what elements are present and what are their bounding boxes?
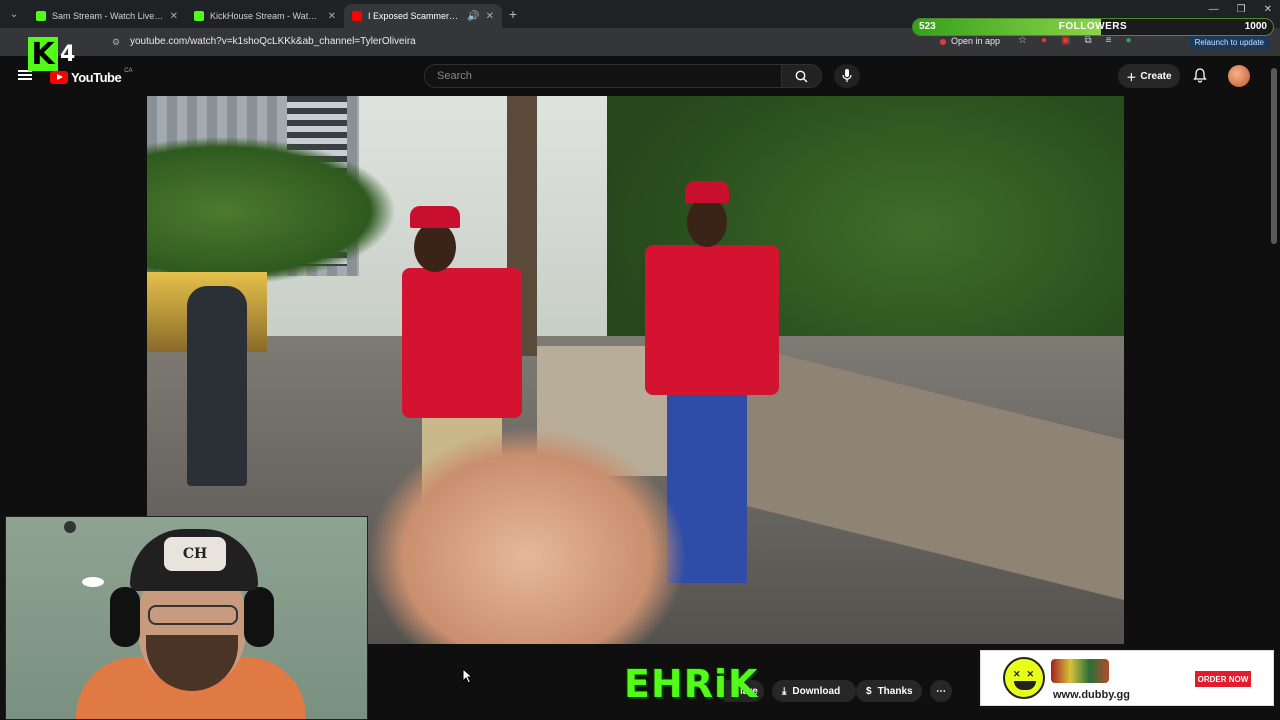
logo-letter: K [28, 37, 58, 72]
youtube-header: YouTube CA Search ＋ Create [0, 56, 1280, 96]
tab-title: Sam Stream - Watch Live on Kick [52, 11, 164, 21]
speaker-icon[interactable]: 🔊 [467, 11, 479, 22]
bookmark-star-icon[interactable]: ☆ [1018, 35, 1027, 46]
youtube-favicon-icon [352, 11, 362, 21]
kick-favicon-icon [36, 11, 46, 21]
browser-tab-2[interactable]: KickHouse Stream - Watch Live ✕ [186, 4, 344, 28]
video-hands [367, 426, 687, 644]
screen: ⌄ Sam Stream - Watch Live on Kick ✕ Kick… [0, 0, 1280, 720]
ad-site: www.dubby.gg [1053, 689, 1130, 701]
streamer-name-overlay: EHRiK [624, 662, 759, 706]
video-actions-bar: Share ⤓ Download $ Thanks ⋯ EHRiK [368, 648, 980, 720]
browser-tab-3[interactable]: I Exposed Scammers in NYC 🔊 ✕ [344, 4, 502, 28]
download-icon: ⤓ [782, 685, 787, 697]
url-field[interactable]: youtube.com/watch?v=k1shoQcLKKk&ab_chann… [130, 36, 416, 47]
followers-label: FOLLOWERS [1058, 21, 1128, 32]
tab-close-icon[interactable]: ✕ [170, 11, 178, 22]
streamer-glasses [148, 605, 238, 625]
video-trees-left [147, 136, 397, 286]
video-pedestrian [187, 286, 247, 486]
mouse-cursor-icon [462, 668, 474, 684]
close-window-icon[interactable]: ✕ [1264, 4, 1272, 15]
search-icon [795, 70, 808, 82]
order-now-button[interactable]: ORDER NOW [1195, 671, 1251, 687]
tab-search-icon[interactable]: ⌄ [0, 0, 28, 28]
new-tab-button[interactable]: + [502, 6, 524, 22]
tab-close-icon[interactable]: ✕ [486, 11, 494, 22]
restore-icon[interactable]: ❐ [1237, 4, 1246, 15]
create-button[interactable]: ＋ Create [1118, 64, 1180, 88]
page-scrollbar[interactable] [1270, 62, 1278, 712]
open-in-app-button[interactable]: Open in app [940, 36, 1000, 46]
ceiling-sprinkler [64, 521, 76, 533]
download-label: Download [792, 685, 841, 697]
plus-icon: ＋ [1126, 72, 1137, 84]
dubby-ad-banner[interactable]: ✕✕ www.dubby.gg ORDER NOW [980, 650, 1274, 706]
youtube-play-icon [50, 71, 68, 84]
thanks-icon: $ [866, 685, 872, 697]
create-label: Create [1140, 70, 1172, 82]
logo-number: 4 [60, 41, 76, 67]
media-control-icon[interactable]: ≡ [1106, 35, 1112, 46]
extensions-puzzle-icon[interactable]: ⧉ [1084, 35, 1091, 46]
bell-icon [1193, 68, 1207, 83]
relaunch-to-update-button[interactable]: Relaunch to update [1188, 34, 1270, 50]
kick-k4-logo: K 4 [28, 36, 82, 72]
ceiling-light [82, 577, 104, 587]
youtube-logo[interactable]: YouTube CA [50, 67, 133, 85]
account-avatar[interactable] [1228, 65, 1250, 87]
voice-search-button[interactable] [834, 64, 860, 88]
tab-close-icon[interactable]: ✕ [328, 11, 336, 22]
dubby-smiley-logo: ✕✕ [1003, 657, 1045, 699]
browser-tab-1[interactable]: Sam Stream - Watch Live on Kick ✕ [28, 4, 186, 28]
minimize-icon[interactable]: — [1209, 4, 1219, 15]
profile-icon[interactable]: ● [1125, 35, 1131, 46]
region-code: CA [124, 67, 133, 74]
extension-red-icon[interactable]: ● [1041, 35, 1047, 46]
microphone-icon [842, 69, 852, 82]
extension-badge-icon[interactable]: ▣ [1061, 35, 1070, 46]
tab-title: KickHouse Stream - Watch Live [210, 11, 322, 21]
kick-favicon-icon [194, 11, 204, 21]
search-button[interactable] [782, 64, 822, 88]
youtube-wordmark: YouTube [71, 70, 122, 85]
scrollbar-thumb[interactable] [1271, 68, 1277, 244]
more-actions-button[interactable]: ⋯ [930, 680, 952, 702]
extension-icons: ☆ ● ▣ ⧉ ≡ ● [1018, 35, 1132, 46]
headset-right [244, 587, 274, 647]
tab-title: I Exposed Scammers in NYC [368, 11, 461, 21]
notifications-button[interactable] [1193, 68, 1207, 88]
followers-goal-bar: 523 FOLLOWERS 1000 [912, 18, 1274, 36]
download-button[interactable]: ⤓ Download [772, 680, 856, 702]
thanks-label: Thanks [877, 685, 913, 697]
streamer-webcam: CH [5, 516, 368, 720]
site-info-icon[interactable]: ⚙ [112, 37, 120, 48]
dubby-product-image [1051, 659, 1109, 683]
window-controls: — ❐ ✕ [1209, 4, 1272, 15]
search-input[interactable]: Search [424, 64, 782, 88]
more-icon: ⋯ [936, 685, 946, 697]
thanks-button[interactable]: $ Thanks [856, 680, 922, 702]
headset-left [110, 587, 140, 647]
followers-goal: 1000 [1244, 21, 1267, 32]
hat-logo: CH [164, 537, 226, 571]
